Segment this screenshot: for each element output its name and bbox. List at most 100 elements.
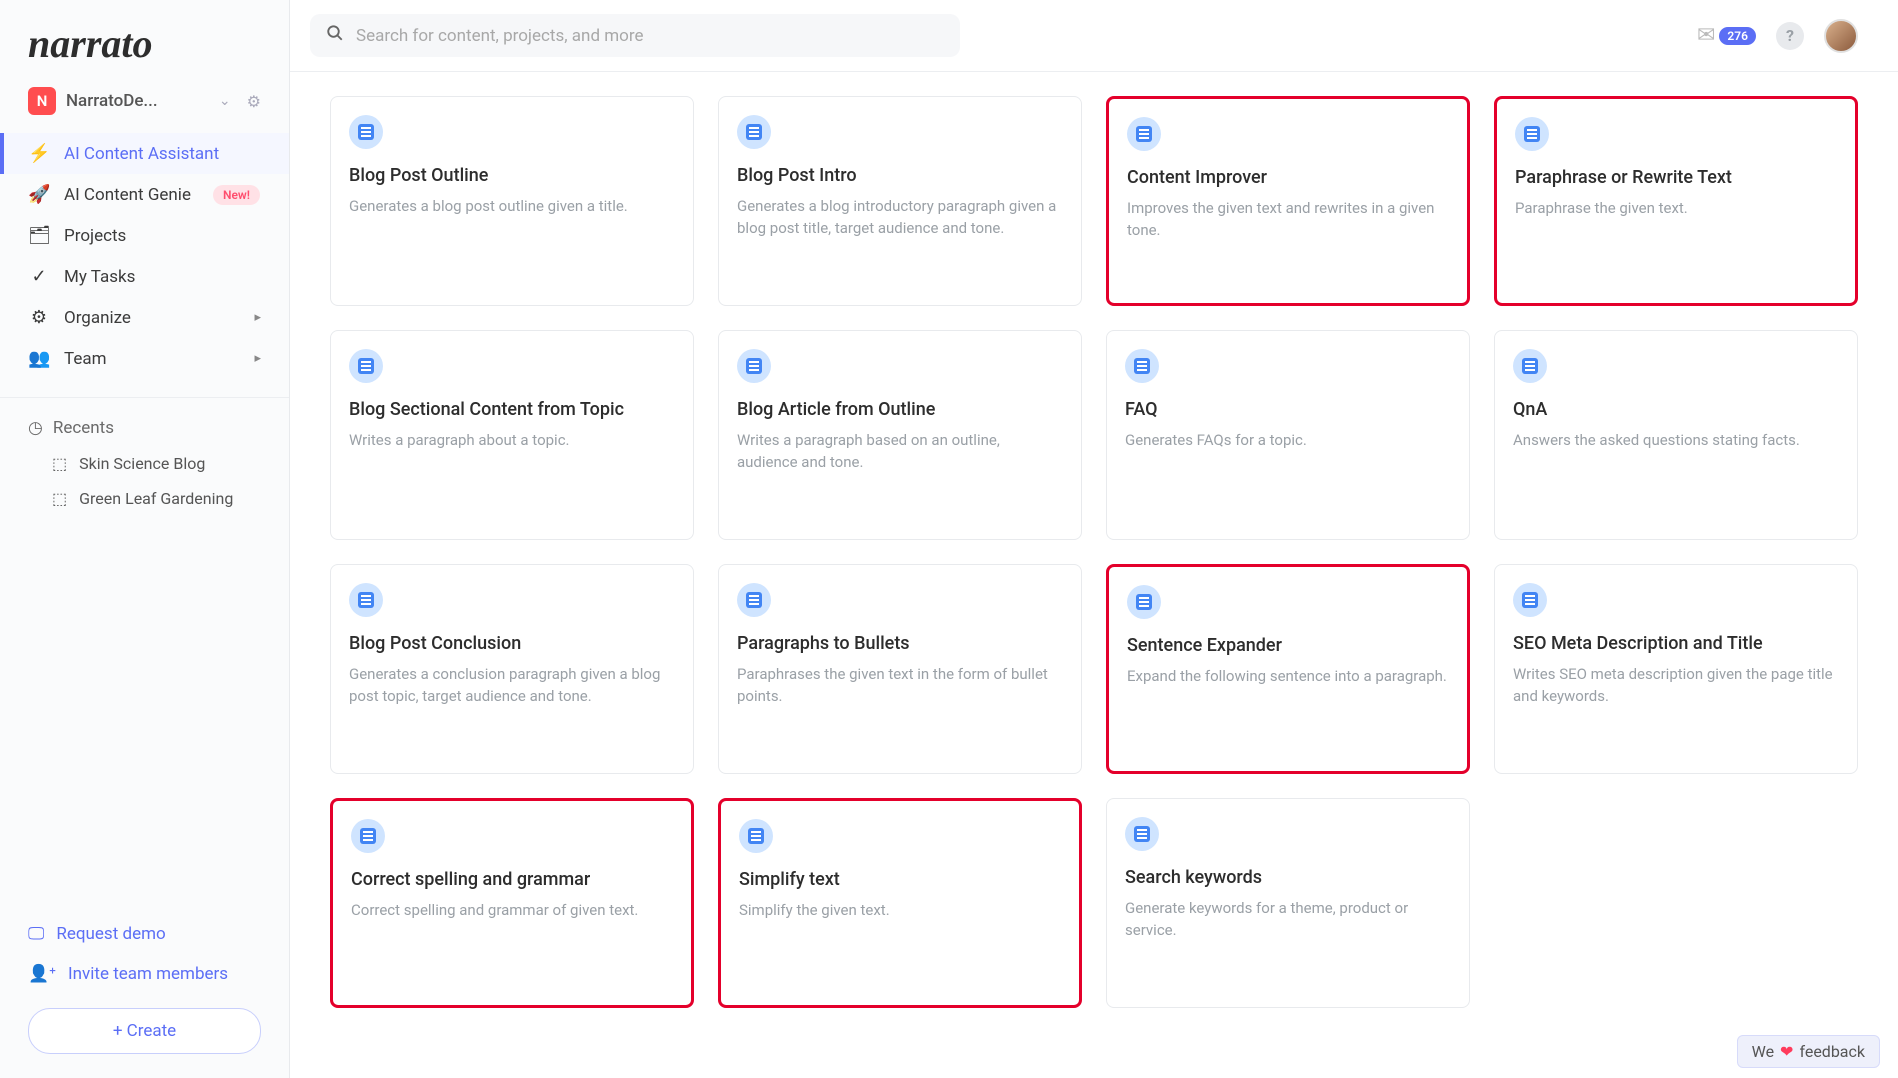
cube-icon: ⬚	[52, 454, 67, 473]
template-card[interactable]: QnA Answers the asked questions stating f…	[1494, 330, 1858, 540]
recent-item[interactable]: ⬚Skin Science Blog	[0, 446, 289, 481]
template-card[interactable]: Correct spelling and grammar Correct spel…	[330, 798, 694, 1008]
card-title: QnA	[1513, 399, 1839, 420]
card-description: Expand the following sentence into a par…	[1127, 666, 1449, 688]
card-description: Writes SEO meta description given the pa…	[1513, 664, 1839, 708]
help-button[interactable]: ?	[1776, 22, 1804, 50]
main-area: ✉276 ? Blog Post Outline Generates a blog…	[290, 0, 1898, 1078]
document-icon	[1513, 583, 1547, 617]
feedback-prefix: We	[1752, 1042, 1774, 1061]
chevron-down-icon[interactable]: ⌄	[219, 93, 231, 109]
nav-item-projects[interactable]: 🗂 Projects	[0, 215, 289, 256]
recent-item[interactable]: ⬚ Green Leaf Gardening	[0, 481, 289, 516]
document-icon	[1125, 817, 1159, 851]
card-title: Blog Post Conclusion	[349, 633, 675, 654]
card-title: Blog Post Outline	[349, 165, 675, 186]
document-icon	[1125, 349, 1159, 383]
card-description: Generates a blog post outline given a ti…	[349, 196, 675, 218]
chevron-right-icon: ▸	[254, 310, 261, 325]
nav-item-team[interactable]: 👥Team▸	[0, 338, 289, 379]
template-card[interactable]: Blog Post Outline Generates a blog post o…	[330, 96, 694, 306]
template-card[interactable]: Blog Sectional Content from Topic Writes …	[330, 330, 694, 540]
document-icon	[349, 349, 383, 383]
nav-label: AI Content Genie	[64, 185, 191, 205]
search-input[interactable]	[356, 26, 944, 46]
nav-item-my-tasks[interactable]: ✓ My Tasks	[0, 256, 289, 297]
brand-logo: narrato	[0, 0, 289, 77]
clock-icon: ◷	[28, 418, 43, 438]
card-description: Simplify the given text.	[739, 900, 1061, 922]
template-card[interactable]: Paragraphs to Bullets Paraphrases the giv…	[718, 564, 1082, 774]
card-description: Generates a blog introductory paragraph …	[737, 196, 1063, 240]
nav-icon: ⚙	[28, 307, 50, 328]
recents-label: Recents	[53, 418, 114, 438]
sidebar: narrato N NarratoDe... ⌄ ⚙ ⚡AI Content A…	[0, 0, 290, 1078]
card-title: Blog Post Intro	[737, 165, 1063, 186]
template-card[interactable]: SEO Meta Description and TitleWrites SEO…	[1494, 564, 1858, 774]
workspace-badge: N	[28, 87, 56, 115]
nav-label: My Tasks	[64, 267, 135, 287]
invite-team-link[interactable]: 👤⁺ Invite team members	[0, 954, 289, 994]
search-icon	[326, 24, 344, 47]
search-box[interactable]	[310, 14, 960, 57]
feedback-suffix: feedback	[1799, 1042, 1865, 1061]
recent-label: Green Leaf Gardening	[79, 489, 233, 508]
template-card[interactable]: Blog Post Intro Generates a blog introduc…	[718, 96, 1082, 306]
mail-icon: ✉	[1697, 23, 1715, 48]
invite-team-label: Invite team members	[68, 964, 228, 984]
request-demo-link[interactable]: 🖵 Request demo	[0, 914, 289, 954]
divider	[0, 397, 289, 398]
cube-icon: ⬚	[52, 489, 67, 508]
card-title: Blog Article from Outline	[737, 399, 1063, 420]
document-icon	[1127, 117, 1161, 151]
nav-icon: 🗂	[28, 225, 50, 246]
feedback-button[interactable]: We ❤ feedback	[1737, 1035, 1880, 1068]
chevron-right-icon: ▸	[254, 351, 261, 366]
nav-item-ai-content-assistant[interactable]: ⚡AI Content Assistant	[0, 133, 289, 174]
gear-icon[interactable]: ⚙	[247, 92, 261, 111]
template-card[interactable]: Sentence ExpanderExpand the following se…	[1106, 564, 1470, 774]
template-card[interactable]: Blog Post Conclusion Generates a conclusi…	[330, 564, 694, 774]
topbar: ✉276 ?	[290, 0, 1898, 72]
heart-icon: ❤	[1780, 1042, 1793, 1061]
card-description: Generates a conclusion paragraph given a…	[349, 664, 675, 708]
template-card[interactable]: Search keywordsGenerate keywords for a t…	[1106, 798, 1470, 1008]
card-title: Correct spelling and grammar	[351, 869, 673, 890]
user-avatar[interactable]	[1824, 19, 1858, 53]
new-badge: New!	[213, 185, 260, 205]
card-title: FAQ	[1125, 399, 1451, 420]
card-description: Answers the asked questions stating fact…	[1513, 430, 1839, 452]
card-description: Writes a paragraph about a topic.	[349, 430, 675, 452]
template-card[interactable]: Content ImproverImproves the given text …	[1106, 96, 1470, 306]
template-card[interactable]: Blog Article from Outline Writes a paragr…	[718, 330, 1082, 540]
nav-item-organize[interactable]: ⚙Organize▸	[0, 297, 289, 338]
card-title: Blog Sectional Content from Topic	[349, 399, 675, 420]
nav-label: Projects	[64, 226, 126, 246]
nav-icon: 👥	[28, 348, 50, 369]
card-description: Generates FAQs for a topic.	[1125, 430, 1451, 452]
template-card[interactable]: Paraphrase or Rewrite TextParaphrase the…	[1494, 96, 1858, 306]
template-card[interactable]: Simplify textSimplify the given text.	[718, 798, 1082, 1008]
document-icon	[737, 115, 771, 149]
card-title: Search keywords	[1125, 867, 1451, 888]
card-title: Paragraphs to Bullets	[737, 633, 1063, 654]
nav-icon: ✓	[28, 266, 50, 287]
notifications-button[interactable]: ✉276	[1697, 23, 1756, 48]
card-description: Correct spelling and grammar of given te…	[351, 900, 673, 922]
workspace-name: NarratoDe...	[66, 91, 209, 111]
nav-icon: 🚀	[28, 184, 50, 205]
main-nav: ⚡AI Content Assistant 🚀 AI Content Genie Ne…	[0, 133, 289, 391]
card-description: Writes a paragraph based on an outline, …	[737, 430, 1063, 474]
recents-header: ◷ Recents	[0, 404, 289, 446]
nav-item-ai-content-genie[interactable]: 🚀 AI Content Genie New!	[0, 174, 289, 215]
template-card[interactable]: FAQ Generates FAQs for a topic.	[1106, 330, 1470, 540]
create-button[interactable]: + Create	[28, 1008, 261, 1054]
document-icon	[1515, 117, 1549, 151]
document-icon	[1127, 585, 1161, 619]
recents-list: ⬚Skin Science Blog⬚Green Leaf Gardening	[0, 446, 289, 516]
request-demo-label: Request demo	[56, 924, 165, 944]
workspace-switcher[interactable]: N NarratoDe... ⌄ ⚙	[0, 77, 289, 133]
card-description: Improves the given text and rewrites in …	[1127, 198, 1449, 242]
document-icon	[1513, 349, 1547, 383]
card-description: Paraphrases the given text in the form o…	[737, 664, 1063, 708]
